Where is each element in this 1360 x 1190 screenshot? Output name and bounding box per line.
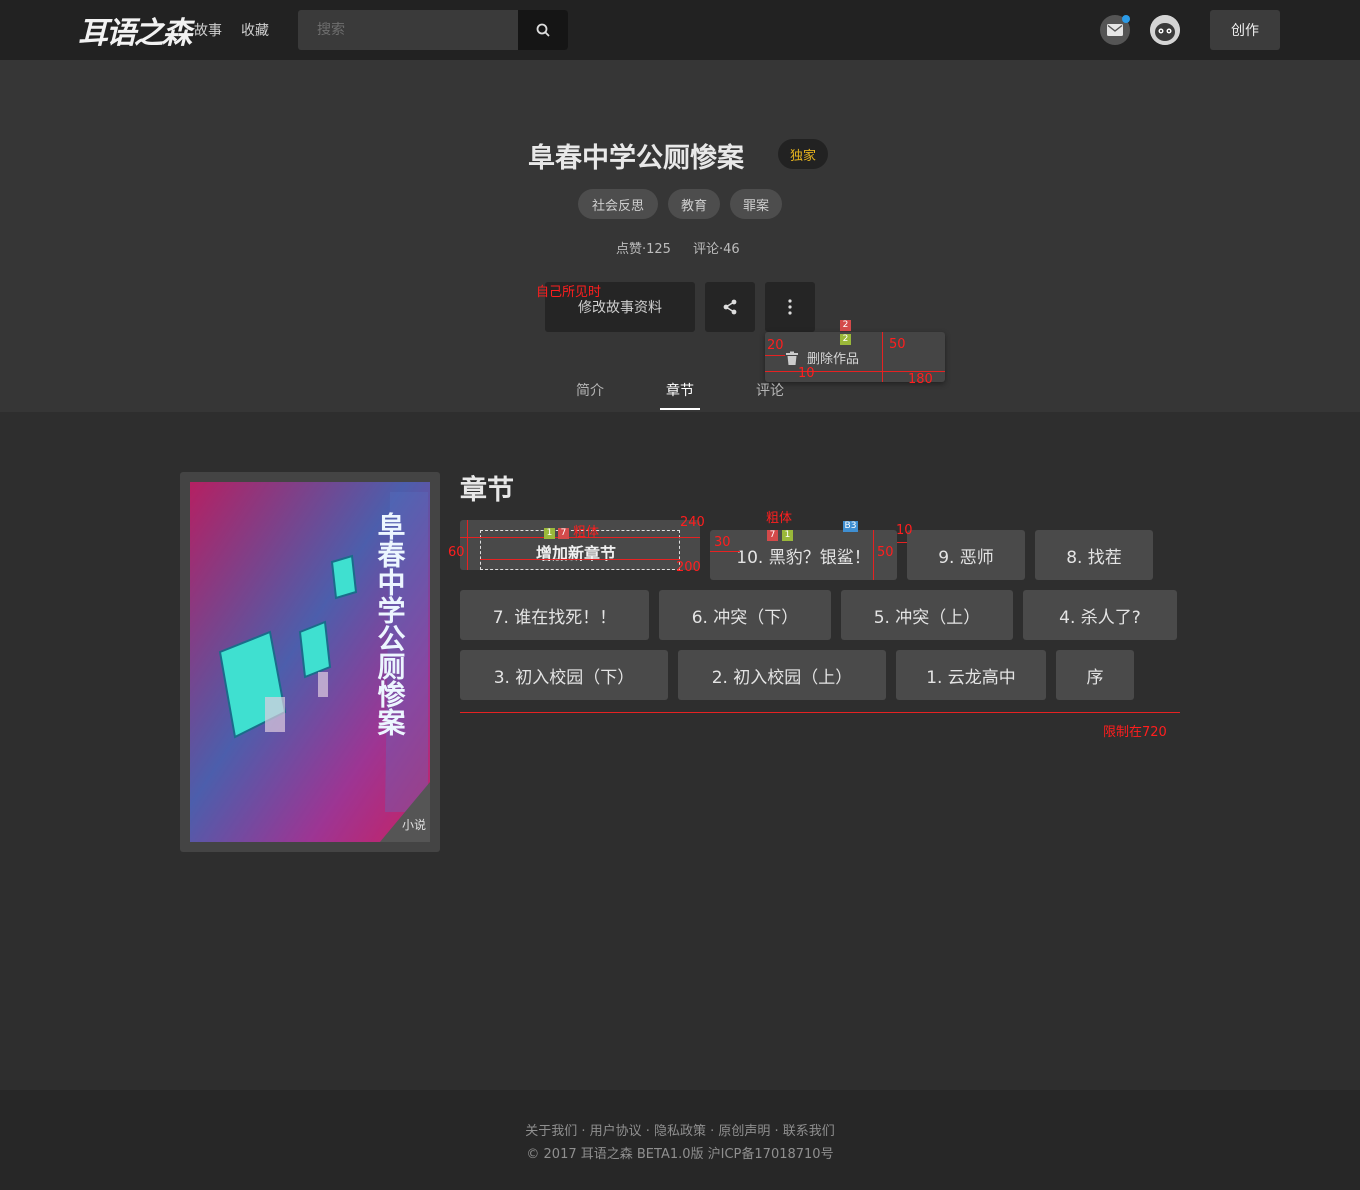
search-button[interactable] xyxy=(518,10,568,50)
search-input[interactable] xyxy=(298,10,518,50)
messages-button[interactable] xyxy=(1100,15,1130,45)
annotation-line xyxy=(897,542,907,543)
story-title: 阜春中学公厕惨案 xyxy=(528,143,744,174)
trash-icon xyxy=(786,351,798,365)
create-button[interactable]: 创作 xyxy=(1210,10,1280,50)
annotation-number: 10 xyxy=(896,523,913,538)
tab-intro[interactable]: 简介 xyxy=(576,380,604,400)
annotation-line xyxy=(710,551,740,552)
annotation-chip: 7 xyxy=(558,528,569,539)
story-cover-image: 阜春中学公厕惨案 小说 xyxy=(190,482,430,842)
footer: 关于我们 · 用户协议 · 隐私政策 · 原创声明 · 联系我们 © 2017 … xyxy=(0,1090,1360,1190)
nav-link-stories[interactable]: 故事 xyxy=(194,20,222,40)
annotation-width-line xyxy=(460,712,1180,713)
tag-crime[interactable]: 罪案 xyxy=(730,189,782,219)
annotation-limit-720: 限制在720 xyxy=(1103,725,1167,740)
chapter-8[interactable]: 8. 找茬 xyxy=(1035,530,1153,580)
annotation-chip: B3 xyxy=(843,521,858,532)
cover-artwork: 阜春中学公厕惨案 xyxy=(190,482,430,842)
annotation-chip: 7 xyxy=(767,530,778,541)
footer-links[interactable]: 关于我们 · 用户协议 · 隐私政策 · 原创声明 · 联系我们 xyxy=(0,1120,1360,1139)
chapter-2[interactable]: 2. 初入校园（上） xyxy=(678,650,886,700)
chapter-preface[interactable]: 序 xyxy=(1056,650,1134,700)
mail-icon xyxy=(1107,24,1123,36)
add-chapter-label: 增加新章节 xyxy=(536,544,617,563)
chapter-3[interactable]: 3. 初入校园（下） xyxy=(460,650,668,700)
annotation-number: 10 xyxy=(798,366,815,381)
active-tab-indicator xyxy=(660,408,700,410)
annotation-number: 50 xyxy=(877,545,894,560)
annotation-bold-1: 粗体 xyxy=(573,525,600,540)
annotation-bold-2: 粗体 xyxy=(766,511,793,526)
share-button[interactable] xyxy=(705,282,755,332)
annotation-chip: 2 xyxy=(840,334,851,345)
avatar-face-icon xyxy=(1150,15,1180,45)
annotation-chip: 1 xyxy=(544,528,555,539)
annotation-number: 240 xyxy=(680,515,705,530)
annotation-number: 200 xyxy=(676,560,701,575)
annotation-self-visible: 自己所见时 xyxy=(536,285,602,300)
footer-copyright: © 2017 耳语之森 BETA1.0版 沪ICP备17018710号 xyxy=(526,1147,834,1162)
chapter-9[interactable]: 9. 恶师 xyxy=(907,530,1025,580)
chapter-6[interactable]: 6. 冲突（下） xyxy=(659,590,831,640)
more-button[interactable] xyxy=(765,282,815,332)
delete-story-label: 删除作品 xyxy=(807,352,860,367)
story-header xyxy=(0,60,1360,412)
chapter-10[interactable]: 10. 黑豹？银鲨！ xyxy=(710,530,897,580)
cover-type-label: 小说 xyxy=(401,818,426,832)
chapters-heading: 章节 xyxy=(460,475,514,506)
more-vertical-icon xyxy=(788,299,792,315)
site-logo[interactable]: 耳语之森 xyxy=(78,8,192,52)
comment-count: 评论·46 xyxy=(693,242,740,257)
annotation-number: 180 xyxy=(908,372,933,387)
annotation-number: 20 xyxy=(767,338,784,353)
search-box xyxy=(298,10,568,50)
tag-social[interactable]: 社会反思 xyxy=(578,189,658,219)
tag-education[interactable]: 教育 xyxy=(668,189,720,219)
annotation-number: 60 xyxy=(448,545,465,560)
user-avatar[interactable] xyxy=(1150,15,1180,45)
chapter-5[interactable]: 5. 冲突（上） xyxy=(841,590,1013,640)
notification-dot xyxy=(1122,15,1130,23)
annotation-line xyxy=(882,332,883,382)
nav-link-favorites[interactable]: 收藏 xyxy=(241,20,269,40)
exclusive-badge: 独家 xyxy=(778,139,828,169)
chapter-7[interactable]: 7. 谁在找死！！ xyxy=(460,590,649,640)
share-icon xyxy=(723,299,737,315)
annotation-chip: 1 xyxy=(782,530,793,541)
chapter-4[interactable]: 4. 杀人了? xyxy=(1023,590,1177,640)
annotation-line xyxy=(873,530,874,580)
tab-comments[interactable]: 评论 xyxy=(756,380,784,400)
search-icon xyxy=(536,23,550,37)
top-nav-bar: 耳语之森 故事 收藏 创作 xyxy=(0,0,1360,60)
annotation-number: 30 xyxy=(714,535,731,550)
annotation-line xyxy=(765,355,785,356)
svg-text:阜春中学公厕惨案: 阜春中学公厕惨案 xyxy=(374,512,407,736)
annotation-chip: 2 xyxy=(840,320,851,331)
chapter-1[interactable]: 1. 云龙高中 xyxy=(896,650,1046,700)
like-count: 点赞·125 xyxy=(616,242,671,257)
tab-chapters[interactable]: 章节 xyxy=(666,380,694,400)
annotation-line xyxy=(467,520,468,570)
annotation-number: 50 xyxy=(889,337,906,352)
delete-story-menu-item[interactable]: 删除作品 xyxy=(785,348,859,367)
annotation-line xyxy=(480,559,680,560)
